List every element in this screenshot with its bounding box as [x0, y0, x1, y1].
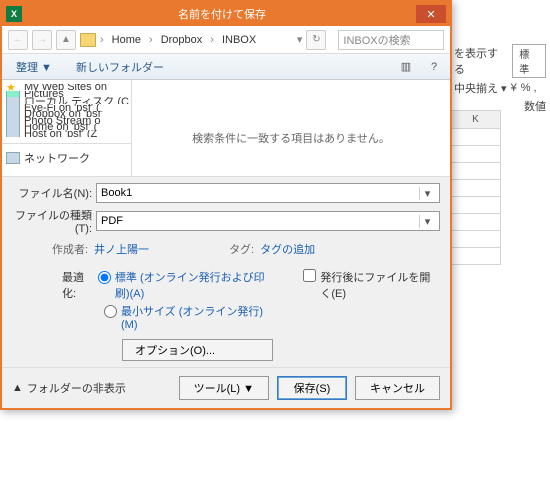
forward-button[interactable]: →: [32, 30, 52, 50]
optimize-label: 最適化:: [62, 269, 94, 301]
chevron-right-icon: ›: [210, 34, 214, 46]
refresh-button[interactable]: ↻: [306, 30, 326, 50]
search-input[interactable]: INBOXの検索: [338, 30, 444, 50]
filetype-select[interactable]: PDF▾: [96, 211, 440, 231]
chevron-right-icon: ›: [100, 34, 104, 46]
nav-bar: ← → ▲ › Home › Dropbox › INBOX ▾ ↻ INBOX…: [2, 26, 450, 54]
author-value[interactable]: 井ノ上陽一: [94, 241, 149, 257]
drive-icon: [6, 130, 20, 137]
radio-minimum-label[interactable]: 最小サイズ (オンライン発行)(M): [121, 303, 273, 331]
sidebar: ★My Web Sites on Pictures ローカル ディスク (C E…: [2, 80, 132, 176]
save-button[interactable]: 保存(S): [277, 376, 347, 400]
tag-value[interactable]: タグの追加: [260, 241, 315, 257]
network-icon: [6, 152, 20, 164]
up-button[interactable]: ▲: [56, 30, 76, 50]
dropdown-icon[interactable]: ▾: [419, 215, 435, 228]
sidebar-item[interactable]: ローカル ディスク (C: [2, 97, 131, 104]
filetype-label: ファイルの種類(T):: [12, 207, 92, 235]
check-open-label[interactable]: 発行後にファイルを開く(E): [320, 269, 440, 301]
hide-folders-button[interactable]: ▲フォルダーの非表示: [12, 380, 126, 396]
tools-button[interactable]: ツール(L) ▼: [179, 376, 269, 400]
view-icon[interactable]: ▥: [398, 59, 414, 75]
ribbon-align[interactable]: 中央揃え ▾: [454, 80, 507, 96]
filename-label: ファイル名(N):: [12, 185, 92, 201]
tag-label: タグ:: [229, 241, 254, 257]
author-label: 作成者:: [52, 241, 88, 257]
filename-input[interactable]: Book1▾: [96, 183, 440, 203]
dropdown-icon[interactable]: ▾: [297, 33, 303, 46]
close-button[interactable]: ✕: [416, 5, 446, 23]
excel-icon: X: [6, 6, 22, 22]
chevron-up-icon: ▲: [12, 382, 23, 394]
radio-standard-label[interactable]: 標準 (オンライン発行および印刷)(A): [115, 269, 273, 301]
help-icon[interactable]: ?: [426, 59, 442, 75]
col-header[interactable]: K: [451, 111, 501, 129]
titlebar: X 名前を付けて保存 ✕: [2, 2, 450, 26]
breadcrumb[interactable]: INBOX: [218, 32, 260, 48]
toolbar: 整理 ▼ 新しいフォルダー ▥ ?: [2, 54, 450, 80]
ribbon-format-text: を表示する: [454, 45, 508, 77]
radio-standard[interactable]: [98, 271, 111, 284]
dropdown-icon[interactable]: ▾: [419, 187, 435, 200]
sidebar-item[interactable]: Host on 'psf' (Z: [2, 130, 131, 137]
radio-minimum[interactable]: [104, 305, 117, 318]
back-button[interactable]: ←: [8, 30, 28, 50]
organize-button[interactable]: 整理 ▼: [10, 57, 58, 77]
ribbon-percent[interactable]: % ,: [521, 82, 537, 94]
empty-message: 検索条件に一致する項目はありません。: [192, 130, 390, 146]
folder-icon: [80, 33, 96, 47]
sidebar-network[interactable]: ネットワーク: [2, 143, 131, 172]
dialog-title: 名前を付けて保存: [28, 6, 416, 22]
ribbon-currency-icon[interactable]: ¥: [511, 82, 517, 94]
options-button[interactable]: オプション(O)...: [122, 339, 273, 361]
drive-icon: [6, 97, 20, 104]
dropdown-icon: ▼: [243, 383, 254, 395]
file-list: 検索条件に一致する項目はありません。: [132, 80, 450, 176]
check-open-after[interactable]: [303, 269, 316, 282]
breadcrumb[interactable]: Dropbox: [157, 32, 207, 48]
ribbon-style-select[interactable]: 標準: [512, 44, 546, 78]
chevron-right-icon: ›: [149, 34, 153, 46]
ribbon-number-group: 数値: [524, 98, 546, 114]
save-as-dialog: X 名前を付けて保存 ✕ ← → ▲ › Home › Dropbox › IN…: [0, 0, 452, 410]
breadcrumb[interactable]: Home: [108, 32, 145, 48]
new-folder-button[interactable]: 新しいフォルダー: [70, 57, 170, 77]
cancel-button[interactable]: キャンセル: [355, 376, 440, 400]
